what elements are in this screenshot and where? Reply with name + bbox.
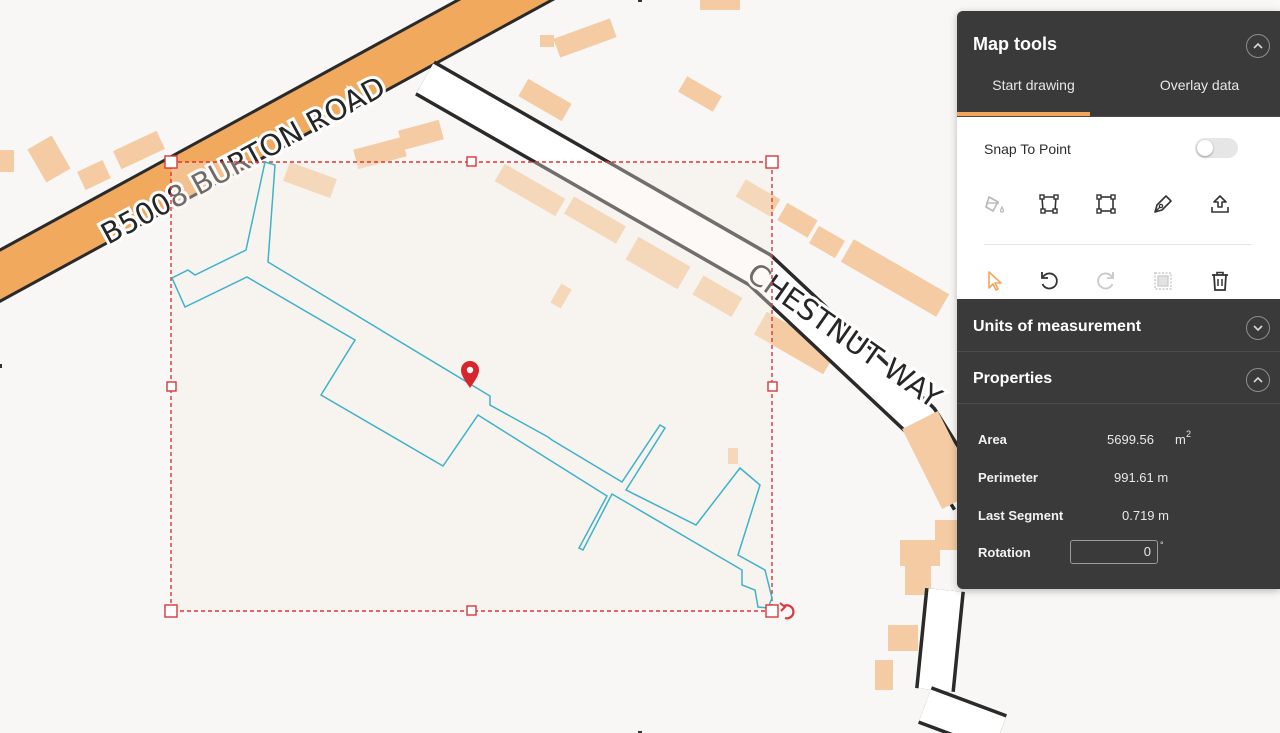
chevron-down-icon: [1253, 325, 1263, 332]
toggle-knob: [1197, 140, 1213, 156]
tab-label: Start drawing: [992, 77, 1075, 93]
tab-start-drawing[interactable]: Start drawing: [957, 77, 1110, 93]
undo-icon: [1041, 272, 1058, 290]
pen-icon: [1154, 195, 1172, 213]
upload-tool-button[interactable]: [1206, 190, 1234, 218]
undo-button[interactable]: [1035, 267, 1063, 295]
area-unit-exponent: 2: [1186, 429, 1192, 439]
section-divider: [957, 403, 1280, 404]
area-unit: m: [1175, 432, 1186, 447]
tab-overlay-data[interactable]: Overlay data: [1119, 77, 1280, 93]
collapse-properties-button[interactable]: [1246, 368, 1270, 392]
section-divider: [957, 351, 1280, 352]
fill-tool-button[interactable]: [981, 190, 1009, 218]
chevron-up-icon: [1253, 42, 1263, 49]
perimeter-label: Perimeter: [978, 470, 1038, 485]
rectangle-select-icon: [1096, 194, 1116, 214]
map-tools-panel: Map tools Start drawing Overlay data Sna…: [957, 11, 1280, 589]
chevron-up-icon: [1253, 376, 1263, 383]
properties-section-title[interactable]: Properties: [973, 370, 1052, 388]
snap-to-point-toggle[interactable]: [1195, 138, 1238, 158]
area-label: Area: [978, 432, 1007, 447]
redo-icon: [1097, 272, 1114, 290]
panel-title: Map tools: [973, 34, 1057, 54]
last-segment-label: Last Segment: [978, 508, 1064, 523]
polygon-tool-button[interactable]: [1035, 190, 1063, 218]
delete-button[interactable]: [1206, 267, 1234, 295]
units-section-title[interactable]: Units of measurement: [973, 318, 1141, 336]
tool-row-divider: [984, 244, 1251, 245]
paint-bucket-icon: [985, 196, 1005, 213]
last-segment-value: 0.719 m: [1122, 508, 1169, 523]
expand-units-button[interactable]: [1246, 316, 1270, 340]
rectangle-tool-button[interactable]: [1092, 190, 1120, 218]
select-tool-button[interactable]: [981, 267, 1009, 295]
rotation-input[interactable]: 0: [1070, 540, 1158, 564]
drawing-tools-section: Snap To Point: [957, 117, 1280, 299]
selection-box[interactable]: [170, 161, 773, 612]
area-value: 5699.56: [1107, 432, 1154, 447]
polygon-select-icon: [1039, 194, 1059, 214]
rotation-label: Rotation: [978, 545, 1031, 560]
fit-extent-icon: [1154, 272, 1172, 290]
trash-icon: [1212, 271, 1228, 291]
snap-to-point-label: Snap To Point: [984, 141, 1071, 157]
redo-button[interactable]: [1092, 267, 1120, 295]
pointer-icon: [988, 271, 1002, 291]
fit-extent-button[interactable]: [1149, 267, 1177, 295]
perimeter-value: 991.61 m: [1114, 470, 1169, 485]
rotation-unit: °: [1160, 540, 1164, 550]
pen-tool-button[interactable]: [1149, 190, 1177, 218]
collapse-panel-button[interactable]: [1246, 34, 1270, 58]
tab-label: Overlay data: [1159, 77, 1240, 93]
upload-icon: [1211, 195, 1229, 213]
